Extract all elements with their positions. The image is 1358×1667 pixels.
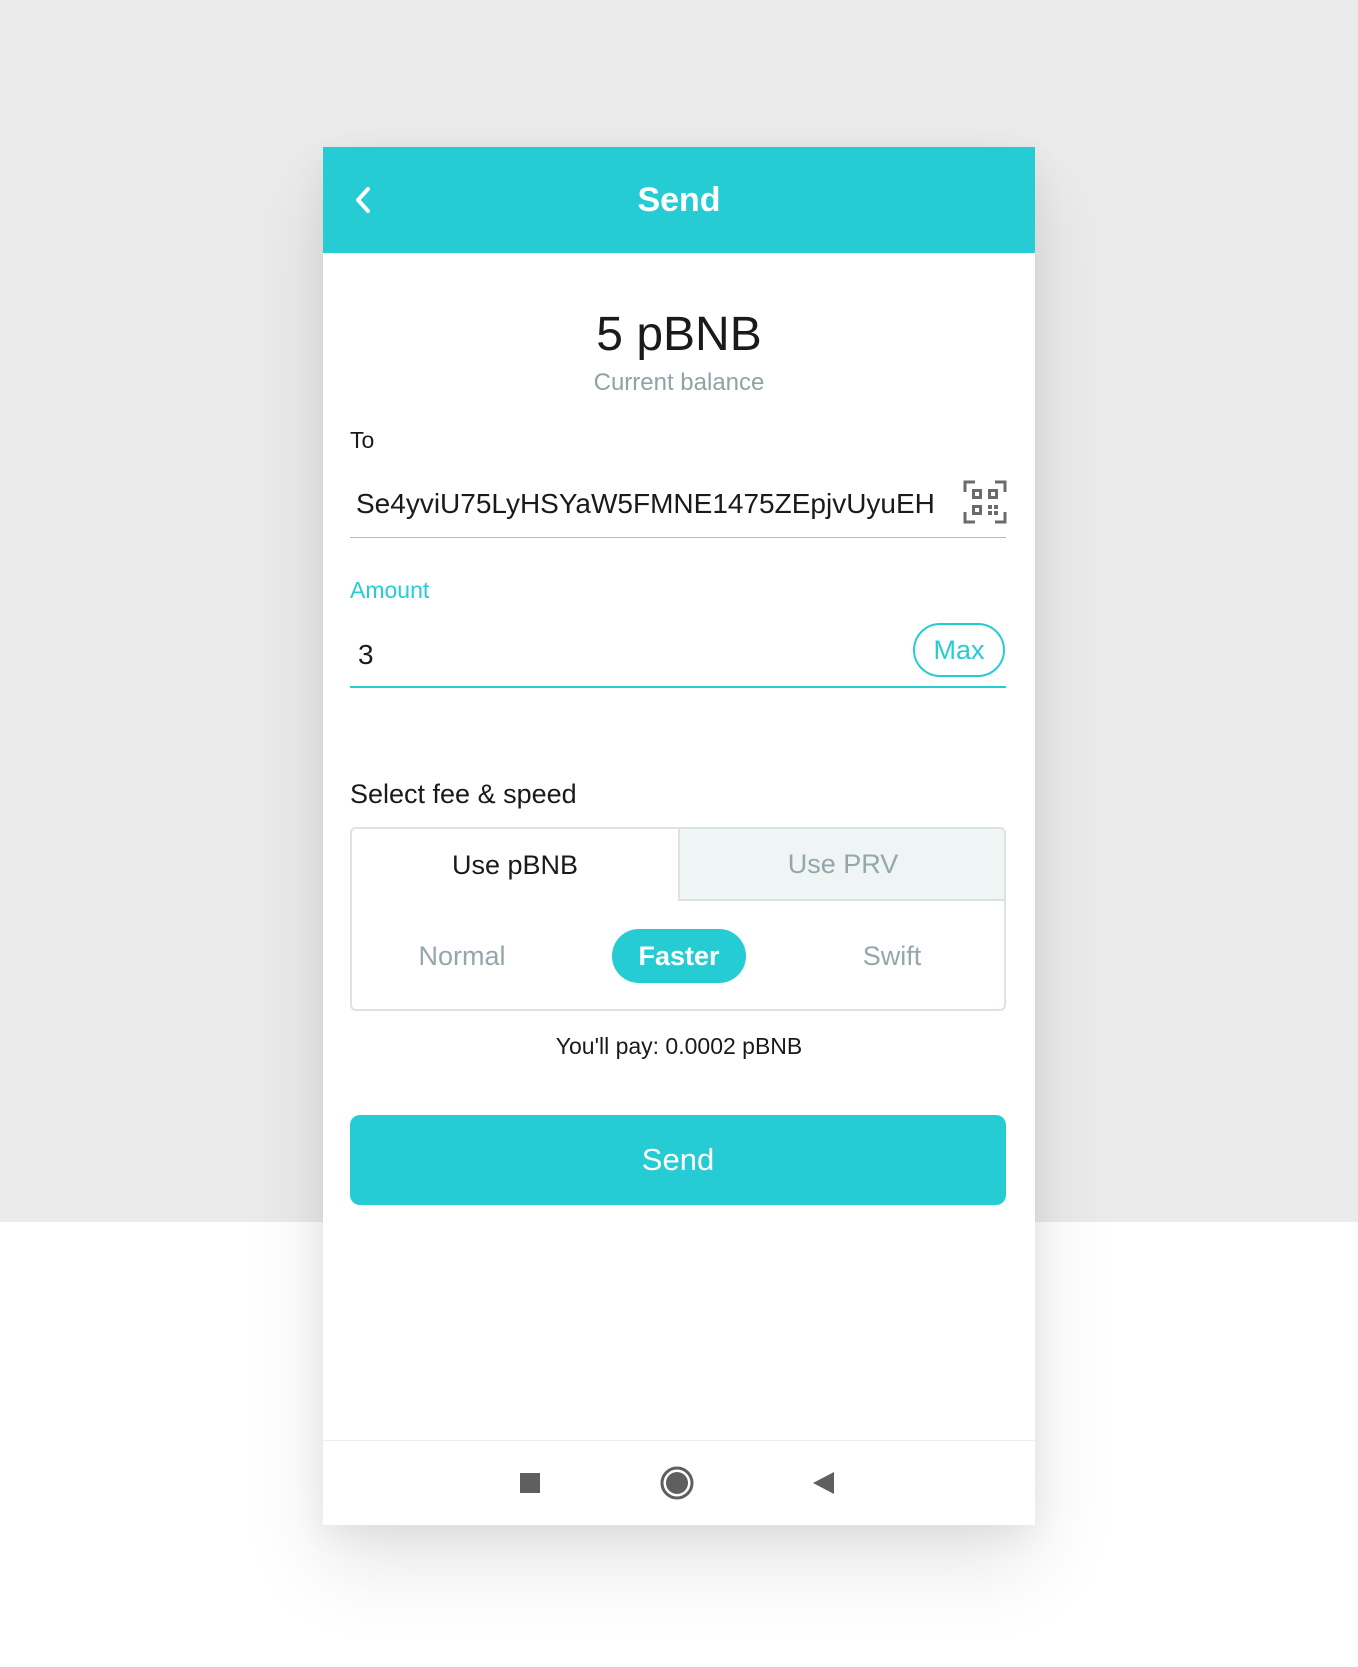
back-button[interactable]: [339, 176, 387, 224]
fee-section-title: Select fee & speed: [350, 779, 577, 809]
send-button[interactable]: Send: [350, 1115, 1006, 1205]
amount-underline: [350, 686, 1006, 688]
tab-use-pbnb[interactable]: Use pBNB: [352, 829, 678, 901]
page-title: Send: [637, 181, 721, 219]
speed-normal-option[interactable]: Normal: [392, 929, 532, 983]
balance-amount: 5 pBNB: [596, 308, 762, 361]
fee-summary: You'll pay: 0.0002 pBNB: [555, 1033, 803, 1059]
tab-use-prv[interactable]: Use PRV: [678, 829, 1004, 901]
to-underline: [350, 537, 1006, 538]
fee-selector: Use pBNB Use PRV Normal Faster Swift: [350, 827, 1006, 1011]
recents-button[interactable]: [506, 1459, 554, 1507]
nav-back-button[interactable]: [799, 1459, 847, 1507]
android-nav-bar: [323, 1440, 1035, 1525]
home-button[interactable]: [653, 1459, 701, 1507]
chevron-left-icon: [356, 187, 370, 213]
amount-label: Amount: [350, 577, 430, 603]
to-label: To: [350, 427, 375, 453]
phone-screen: Send 5 pBNB Current balance To Se4yviU75…: [323, 147, 1035, 1525]
home-circle-icon: [660, 1466, 694, 1500]
speed-swift-option[interactable]: Swift: [822, 929, 962, 983]
max-button[interactable]: Max: [913, 623, 1005, 677]
qr-scan-icon: [963, 480, 1007, 524]
qr-scan-button[interactable]: [963, 480, 1007, 524]
amount-input[interactable]: [350, 622, 898, 688]
app-header: Send: [323, 147, 1035, 253]
to-address-input[interactable]: [350, 470, 966, 538]
balance-label: Current balance: [593, 369, 765, 396]
square-icon: [520, 1473, 540, 1493]
speed-faster-option[interactable]: Faster: [612, 929, 746, 983]
back-triangle-icon: [813, 1472, 834, 1494]
